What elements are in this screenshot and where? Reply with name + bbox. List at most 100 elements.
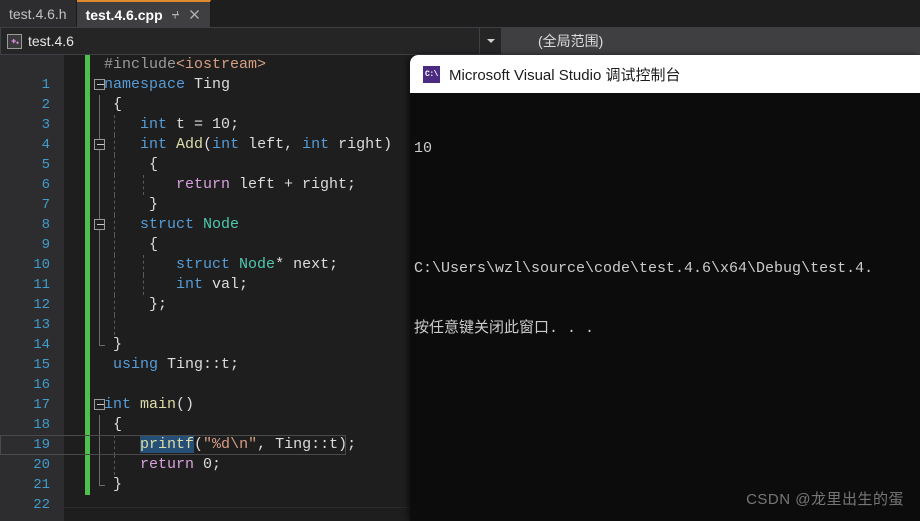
code-line[interactable]: 21 return 0; [33, 455, 221, 493]
line-number: 17 [33, 397, 50, 413]
code-line[interactable]: 3 { [42, 95, 154, 133]
change-bar [85, 95, 90, 115]
change-bar [85, 475, 90, 495]
code-line-current[interactable]: 20 printf("%d\n", Ting::t); [0, 435, 356, 473]
line-text: #include<iostream> [104, 56, 267, 73]
change-bar [85, 355, 90, 375]
line-number: 1 [41, 77, 50, 93]
editor-tab-strip: test.4.6.h test.4.6.cpp [0, 0, 920, 27]
line-number: 4 [41, 137, 50, 153]
code-line[interactable]: 22 } [33, 475, 154, 513]
project-selector[interactable]: test.4.6 [0, 27, 480, 55]
code-line[interactable]: 6 { [42, 155, 158, 193]
change-bar [85, 415, 90, 435]
console-title: Microsoft Visual Studio 调试控制台 [449, 66, 681, 84]
line-text: int Add(int left, int right) [140, 136, 393, 153]
vs-window: test.4.6.h test.4.6.cpp test.4.6 (全局范围) … [0, 0, 920, 521]
code-line[interactable]: 12 int val; [33, 275, 248, 313]
line-text: int t = 10; [140, 116, 240, 133]
line-number: 21 [33, 477, 50, 493]
code-line[interactable]: 18 int main() [33, 395, 194, 433]
code-line[interactable]: 8 } [42, 195, 158, 233]
scope-label: (全局范围) [538, 33, 604, 49]
line-text: { [104, 96, 123, 113]
line-number: 3 [41, 117, 50, 133]
cpp-project-icon [7, 33, 22, 49]
line-number: 16 [33, 377, 50, 393]
console-output: 10 C:\Users\wzl\source\code\test.4.6\x64… [410, 93, 920, 379]
line-number: 18 [33, 417, 50, 433]
project-selector-dropdown[interactable] [480, 27, 502, 55]
code-line[interactable]: 17 [33, 375, 154, 413]
change-bar [85, 455, 90, 475]
line-text: } [104, 476, 123, 493]
code-line[interactable]: 13 }; [33, 295, 167, 333]
close-icon[interactable] [188, 8, 201, 21]
code-line[interactable]: 7 return left + right; [42, 175, 356, 213]
console-title-bar[interactable]: C:\ Microsoft Visual Studio 调试控制台 [410, 55, 920, 93]
code-line[interactable]: 5 int Add(int left, int right) [42, 135, 392, 173]
line-number: 20 [33, 457, 50, 473]
line-number: 14 [33, 337, 50, 353]
editor-horizontal-scrollbar[interactable] [64, 507, 410, 521]
code-line[interactable]: 11 struct Node* next; [33, 255, 338, 293]
debug-console-window[interactable]: C:\ Microsoft Visual Studio 调试控制台 10 C:\… [410, 55, 920, 521]
line-number: 12 [33, 297, 50, 313]
line-number: 13 [33, 317, 50, 333]
selected-token[interactable]: printf [140, 436, 195, 453]
line-text: struct Node [140, 216, 240, 233]
code-line[interactable]: 2 namespace Ting [42, 75, 230, 113]
change-bar [85, 155, 90, 175]
line-number: 10 [33, 257, 50, 273]
code-line[interactable]: 14 [33, 315, 154, 353]
code-line[interactable]: 9 struct Node [42, 215, 239, 253]
fold-guide [99, 295, 100, 315]
project-name: test.4.6 [28, 33, 74, 49]
pin-icon[interactable] [169, 8, 182, 21]
line-text: namespace Ting [104, 76, 231, 93]
line-text: { [104, 156, 159, 173]
line-number: 11 [33, 277, 50, 293]
code-line[interactable]: 19 { [33, 415, 154, 453]
fold-guide-end [99, 335, 105, 346]
line-text: { [104, 416, 123, 433]
line-text: { [104, 236, 159, 253]
line-number: 5 [41, 157, 50, 173]
tab-label: test.4.6.h [9, 5, 67, 22]
line-number: 22 [33, 497, 50, 513]
line-text: } [104, 336, 123, 353]
tab-label: test.4.6.cpp [85, 6, 163, 23]
line-text: return left + right; [176, 176, 357, 193]
code-line[interactable]: 16 using Ting::t; [33, 355, 239, 393]
console-cmd-icon: C:\ [423, 65, 440, 83]
change-bar [85, 215, 90, 235]
code-line[interactable]: 10 { [33, 235, 158, 273]
code-lines: 1 #include<iostream> 2 namespace Ting 3 [0, 55, 392, 513]
fold-guide [99, 415, 100, 435]
fold-guide [99, 235, 100, 255]
scope-selector[interactable]: (全局范围) [502, 27, 920, 55]
change-bar [85, 275, 90, 295]
line-number: 8 [41, 217, 50, 233]
change-bar [85, 375, 90, 395]
fold-guide-end [99, 475, 105, 486]
line-text: } [104, 196, 159, 213]
navigation-bar: test.4.6 (全局范围) [0, 27, 920, 55]
line-text: printf("%d\n", Ting::t); [140, 436, 357, 453]
line-number: 9 [41, 237, 50, 253]
fold-guide [99, 195, 100, 215]
line-text: return 0; [140, 456, 222, 473]
fold-guide [99, 95, 100, 115]
fold-guide [99, 115, 100, 135]
tab-test-4-6-cpp[interactable]: test.4.6.cpp [76, 0, 211, 27]
console-output-blank [414, 199, 920, 219]
fold-guide [99, 175, 100, 195]
fold-guide [99, 275, 100, 295]
code-line[interactable]: 15 } [33, 335, 154, 373]
code-line[interactable]: 1 #include<iostream> [42, 55, 266, 93]
tab-test-4-6-h[interactable]: test.4.6.h [0, 0, 77, 27]
line-text: }; [104, 296, 168, 313]
code-line[interactable]: 4 int t = 10; [42, 115, 239, 153]
fold-guide [99, 455, 100, 475]
indent-guide [114, 315, 115, 335]
